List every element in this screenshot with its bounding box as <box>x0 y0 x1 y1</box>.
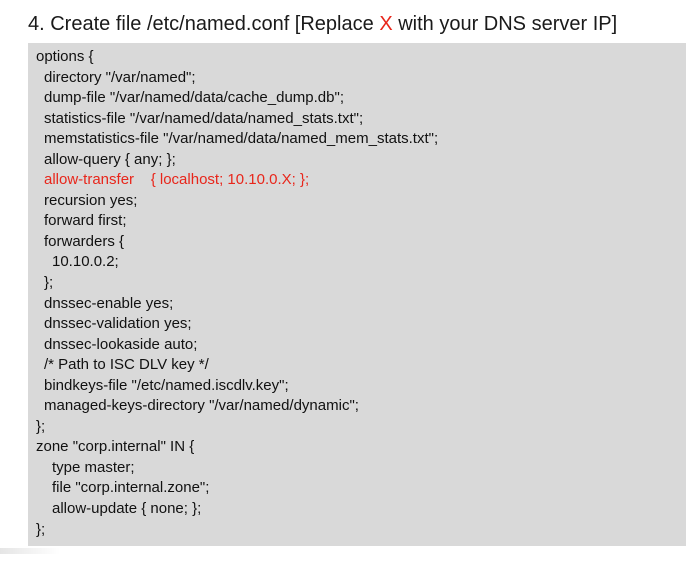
code-line: directory "/var/named"; <box>44 68 196 86</box>
heading-suffix: with your DNS server IP] <box>392 13 618 35</box>
code-line: recursion yes; <box>44 191 138 209</box>
code-line: bindkeys-file "/etc/named.iscdlv.key"; <box>44 376 289 394</box>
code-line: managed-keys-directory "/var/named/dynam… <box>44 397 359 415</box>
code-line: }; <box>44 274 54 292</box>
code-line: 10.10.0.2; <box>52 253 119 271</box>
code-line: dnssec-validation yes; <box>44 315 192 333</box>
code-line: dnssec-enable yes; <box>44 294 174 312</box>
code-line: dump-file "/var/named/data/cache_dump.db… <box>44 89 344 107</box>
code-line: file "corp.internal.zone"; <box>52 479 210 497</box>
code-line: }; <box>36 520 46 538</box>
code-line: type master; <box>52 458 135 476</box>
code-line: allow-query { any; }; <box>44 150 176 168</box>
code-line: forwarders { <box>44 232 125 250</box>
decorative-shadow <box>0 548 60 554</box>
heading-prefix: 4. Create file /etc/named.conf [Replace <box>28 13 380 35</box>
code-lines: options { directory "/var/named"; dump-fil… <box>36 47 438 540</box>
code-line: dnssec-lookaside auto; <box>44 335 198 353</box>
code-line: allow-update { none; }; <box>52 500 202 518</box>
code-line: forward first; <box>44 212 127 230</box>
code-line: memstatistics-file "/var/named/data/name… <box>44 130 439 148</box>
code-line: statistics-file "/var/named/data/named_s… <box>44 109 364 127</box>
heading-highlight: X <box>379 13 393 35</box>
code-line: }; <box>36 417 46 435</box>
code-line: zone "corp.internal" IN { <box>36 438 195 456</box>
code-block: options { directory "/var/named"; dump-fil… <box>28 43 686 546</box>
code-line-highlighted: allow-transfer { localhost; 10.10.0.X; }… <box>44 171 310 189</box>
code-line: /* Path to ISC DLV key */ <box>44 356 209 374</box>
instruction-heading: 4. Create file /etc/named.conf [Replace … <box>28 11 617 37</box>
code-line: options { <box>36 48 94 65</box>
